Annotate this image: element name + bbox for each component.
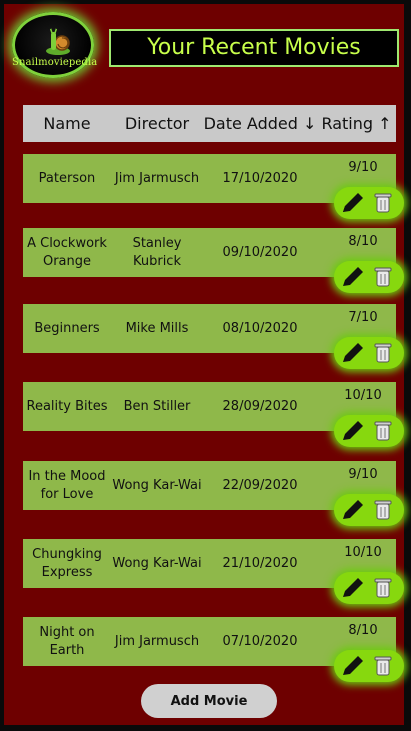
movie-director: Wong Kar-Wai (112, 555, 202, 571)
movie-rating: 7/10 (348, 310, 378, 325)
row-actions (334, 494, 404, 526)
row-actions (334, 650, 404, 682)
row-actions (334, 415, 404, 447)
pencil-icon[interactable] (340, 419, 366, 443)
row-actions (334, 187, 404, 219)
movie-director: Jim Jarmusch (114, 633, 200, 649)
page-title: Your Recent Movies (147, 35, 361, 60)
table-row: Chungking Express Wong Kar-Wai 21/10/202… (23, 539, 404, 604)
row-actions (334, 572, 404, 604)
title-box: Your Recent Movies (109, 29, 399, 67)
header-name[interactable]: Name (23, 114, 111, 133)
pencil-icon[interactable] (340, 341, 366, 365)
pencil-icon[interactable] (340, 265, 366, 289)
pencil-icon[interactable] (340, 654, 366, 678)
movie-rating: 10/10 (344, 388, 382, 403)
movie-date: 08/10/2020 (222, 320, 298, 336)
table-header: Name Director Date Added ↓ Rating ↑ (23, 105, 396, 142)
movie-date: 17/10/2020 (222, 170, 298, 186)
movie-rating: 9/10 (348, 160, 378, 175)
pencil-icon[interactable] (340, 576, 366, 600)
snail-icon (46, 26, 70, 55)
pencil-icon[interactable] (340, 191, 366, 215)
movie-name: Chungking Express (32, 546, 102, 580)
movie-name: Paterson (38, 170, 96, 186)
trash-icon[interactable] (374, 192, 392, 214)
movie-date: 07/10/2020 (222, 633, 298, 649)
movie-director: Ben Stiller (123, 398, 191, 414)
table-row: In the Mood for Love Wong Kar-Wai 22/09/… (23, 461, 404, 526)
table-row: Beginners Mike Mills 08/10/2020 7/10 (23, 304, 404, 369)
table-row: Reality Bites Ben Stiller 28/09/2020 10/… (23, 382, 404, 447)
movie-rating: 10/10 (344, 545, 382, 560)
movie-date: 22/09/2020 (222, 477, 298, 493)
trash-icon[interactable] (374, 577, 392, 599)
pencil-icon[interactable] (340, 498, 366, 522)
movie-name: In the Mood for Love (28, 468, 106, 502)
movie-date: 21/10/2020 (222, 555, 298, 571)
logo[interactable]: Snailmoviepedia (12, 12, 98, 78)
movie-date: 09/10/2020 (222, 244, 298, 260)
header-director[interactable]: Director (111, 114, 203, 133)
movie-director: Stanley Kubrick (132, 235, 182, 269)
movie-date: 28/09/2020 (222, 398, 298, 414)
table-row: Paterson Jim Jarmusch 17/10/2020 9/10 (23, 154, 404, 219)
movie-name: Night on Earth (39, 624, 95, 658)
movie-director: Wong Kar-Wai (112, 477, 202, 493)
add-movie-button[interactable]: Add Movie (141, 684, 277, 718)
trash-icon[interactable] (374, 499, 392, 521)
row-actions (334, 337, 404, 369)
header-date-added[interactable]: Date Added ↓ (203, 114, 317, 133)
trash-icon[interactable] (374, 420, 392, 442)
app-frame: Snailmoviepedia Your Recent Movies Name … (4, 4, 404, 725)
movie-name: A Clockwork Orange (27, 235, 107, 269)
movie-rating: 9/10 (348, 467, 378, 482)
trash-icon[interactable] (374, 342, 392, 364)
table-row: A Clockwork Orange Stanley Kubrick 09/10… (23, 228, 404, 293)
header-rating[interactable]: Rating ↑ (317, 114, 396, 133)
trash-icon[interactable] (374, 266, 392, 288)
trash-icon[interactable] (374, 655, 392, 677)
movie-director: Jim Jarmusch (114, 170, 200, 186)
table-row: Night on Earth Jim Jarmusch 07/10/2020 8… (23, 617, 404, 682)
movie-name: Reality Bites (26, 398, 108, 414)
row-actions (334, 261, 404, 293)
movie-rating: 8/10 (348, 234, 378, 249)
logo-text: Snailmoviepedia (12, 57, 98, 68)
movie-director: Mike Mills (125, 320, 189, 336)
movie-rating: 8/10 (348, 623, 378, 638)
movie-name: Beginners (34, 320, 100, 336)
